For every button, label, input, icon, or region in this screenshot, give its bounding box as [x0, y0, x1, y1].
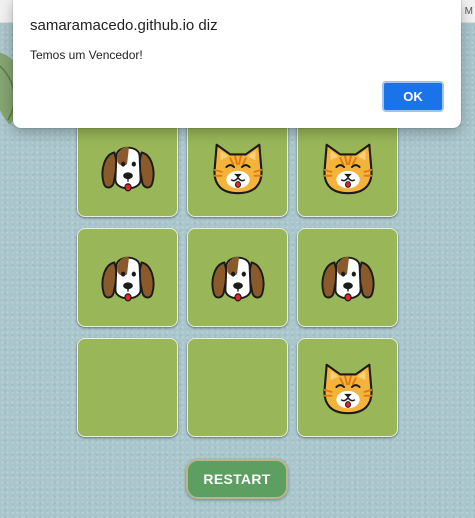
dialog-message: Temos um Vencedor!	[30, 48, 143, 62]
restart-button[interactable]: RESTART	[186, 459, 288, 499]
board-cell-6[interactable]	[297, 228, 398, 327]
cat-face-icon	[317, 137, 379, 199]
board-cell-1[interactable]	[77, 118, 178, 217]
game-board	[77, 118, 401, 440]
alert-dialog: samaramacedo.github.io diz Temos um Venc…	[13, 0, 461, 128]
board-cell-9[interactable]	[297, 338, 398, 437]
board-cell-3[interactable]	[297, 118, 398, 217]
dog-face-icon	[97, 247, 159, 309]
ok-button[interactable]: OK	[382, 81, 444, 112]
dog-face-icon	[207, 247, 269, 309]
board-cell-7[interactable]	[77, 338, 178, 437]
board-cell-5[interactable]	[187, 228, 288, 327]
board-cell-4[interactable]	[77, 228, 178, 327]
cat-face-icon	[207, 137, 269, 199]
top-right-text: M	[464, 6, 473, 17]
board-cell-2[interactable]	[187, 118, 288, 217]
dialog-title: samaramacedo.github.io diz	[30, 17, 218, 34]
board-cell-8[interactable]	[187, 338, 288, 437]
dog-face-icon	[97, 137, 159, 199]
cat-face-icon	[317, 357, 379, 419]
dog-face-icon	[317, 247, 379, 309]
